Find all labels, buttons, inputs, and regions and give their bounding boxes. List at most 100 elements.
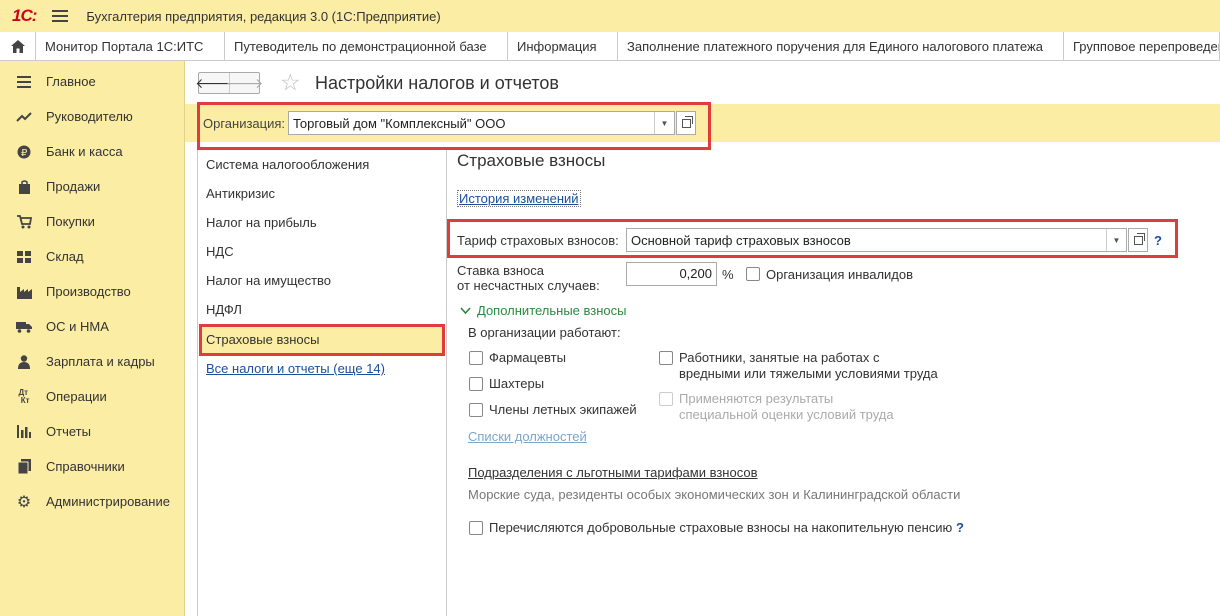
rate-label-line1: Ставка взноса [457, 263, 545, 278]
voluntary-help-icon[interactable]: ? [956, 520, 964, 535]
all-taxes-link[interactable]: Все налоги и отчеты (еще 14) [206, 361, 385, 376]
sidebar-item-label: Операции [46, 389, 107, 404]
chevron-down-icon[interactable]: ▼ [1106, 229, 1126, 251]
dt-kt-icon: Дт Кт [18, 387, 30, 405]
section-anticrisis[interactable]: Антикризис [206, 186, 275, 201]
tariff-value: Основной тариф страховых взносов [631, 232, 851, 248]
voluntary-pension-checkbox[interactable] [469, 521, 483, 535]
sidebar-item-purchases[interactable]: Покупки [0, 204, 184, 239]
section-property-tax[interactable]: Налог на имущество [206, 273, 331, 288]
truck-icon [16, 319, 32, 335]
page-title: Настройки налогов и отчетов [315, 73, 559, 93]
sidebar-item-salary[interactable]: Зарплата и кадры [0, 344, 184, 379]
organization-select[interactable]: Торговый дом "Комплексный" ООО ▼ [288, 111, 675, 135]
sidebar-item-main[interactable]: Главное [0, 64, 184, 99]
sidebar-item-label: Продажи [46, 179, 101, 194]
section-profit-tax[interactable]: Налог на прибыль [206, 215, 317, 230]
hazard-work-checkbox[interactable] [659, 351, 673, 365]
back-button[interactable]: 🡐 [195, 73, 233, 93]
miners-label: Шахтеры [489, 376, 545, 391]
chevron-down-icon [460, 307, 471, 315]
assessment-label-line2: специальной оценки условий труда [679, 407, 894, 422]
positions-link[interactable]: Списки должностей [468, 429, 587, 444]
section-title: Страховые взносы [457, 151, 606, 170]
tariff-help-icon[interactable]: ? [1154, 233, 1162, 248]
organization-value: Торговый дом "Комплексный" ООО [293, 115, 506, 131]
menu-lines-icon [16, 74, 32, 90]
cart-icon [16, 214, 32, 230]
warehouse-icon [16, 249, 32, 265]
book-icon [16, 459, 32, 475]
sidebar-item-admin[interactable]: ⚙ Администрирование [0, 484, 184, 519]
title-bar: 1С: Бухгалтерия предприятия, редакция 3.… [0, 0, 1220, 32]
sidebar-item-label: Производство [46, 284, 131, 299]
sidebar-item-production[interactable]: Производство [0, 274, 184, 309]
additional-group-toggle[interactable]: Дополнительные взносы [460, 303, 627, 318]
tab-portal-monitor[interactable]: Монитор Портала 1С:ИТС [36, 32, 225, 61]
rate-label-line2: от несчастных случаев: [457, 278, 600, 293]
pharmacists-checkbox[interactable] [469, 351, 483, 365]
favorite-star-icon[interactable]: ☆ [280, 69, 301, 96]
pharmacists-label: Фармацевты [489, 350, 566, 365]
tariff-label: Тариф страховых взносов: [457, 233, 619, 248]
sidebar-item-label: Склад [46, 249, 84, 264]
tab-payment-order[interactable]: Заполнение платежного поручения для Един… [618, 32, 1064, 61]
section-taxation-system[interactable]: Система налогообложения [206, 157, 369, 172]
coin-icon: ₽ [16, 144, 32, 160]
assessment-checkbox[interactable] [659, 392, 673, 406]
sidebar-item-label: Зарплата и кадры [46, 354, 155, 369]
sidebar-item-manager[interactable]: Руководителю [0, 99, 184, 134]
sidebar-item-bank[interactable]: ₽ Банк и касса [0, 134, 184, 169]
sidebar-item-catalogs[interactable]: Справочники [0, 449, 184, 484]
hazard-work-label-line1: Работники, занятые на работах с [679, 350, 880, 365]
sidebar-item-label: Отчеты [46, 424, 91, 439]
sidebar-item-warehouse[interactable]: Склад [0, 239, 184, 274]
history-nav: 🡐 🡒 [195, 72, 263, 94]
app-logo[interactable]: 1С: [12, 6, 37, 26]
home-icon[interactable] [0, 32, 36, 61]
divisions-note: Морские суда, резиденты особых экономиче… [468, 487, 961, 502]
open-organization-button[interactable] [676, 111, 696, 135]
organization-label: Организация: [203, 116, 286, 131]
main-content: 🡐 🡒 ☆ Настройки налогов и отчетов Органи… [185, 61, 1220, 616]
works-label: В организации работают: [468, 325, 621, 340]
flight-crew-label: Члены летных экипажей [489, 402, 637, 417]
factory-icon [16, 284, 32, 300]
divisions-link[interactable]: Подразделения с льготными тарифами взнос… [468, 465, 758, 480]
sidebar-item-assets[interactable]: ОС и НМА [0, 309, 184, 344]
additional-group-label: Дополнительные взносы [477, 303, 627, 318]
open-window-icon [1133, 232, 1145, 245]
section-vat[interactable]: НДС [206, 244, 234, 259]
bag-icon [16, 179, 32, 195]
sidebar-item-reports[interactable]: Отчеты [0, 414, 184, 449]
sections-sidebar: Главное Руководителю ₽ Банк и касса Прод… [0, 61, 185, 616]
person-icon [16, 354, 32, 370]
tab-demo-guide[interactable]: Путеводитель по демонстрационной базе [225, 32, 508, 61]
tab-information[interactable]: Информация [508, 32, 618, 61]
tab-group-reposting[interactable]: Групповое перепроведение [1064, 32, 1220, 61]
history-link[interactable]: История изменений [457, 190, 581, 207]
svg-text:₽: ₽ [21, 148, 28, 159]
flight-crew-checkbox[interactable] [469, 403, 483, 417]
tariff-select[interactable]: Основной тариф страховых взносов ▼ [626, 228, 1127, 252]
miners-checkbox[interactable] [469, 377, 483, 391]
assessment-label-line1: Применяются результаты [679, 391, 834, 406]
sidebar-item-label: Покупки [46, 214, 95, 229]
open-tariff-button[interactable] [1128, 228, 1148, 252]
sidebar-item-label: Банк и касса [46, 144, 123, 159]
sidebar-item-label: ОС и НМА [46, 319, 109, 334]
tab-bar: Монитор Портала 1С:ИТС Путеводитель по д… [0, 32, 1220, 61]
app-title: Бухгалтерия предприятия, редакция 3.0 (1… [86, 8, 441, 24]
forward-button[interactable]: 🡒 [226, 73, 263, 93]
chevron-down-icon[interactable]: ▼ [654, 112, 674, 134]
sidebar-item-label: Руководителю [46, 109, 133, 124]
section-ndfl[interactable]: НДФЛ [206, 302, 242, 317]
voluntary-pension-label: Перечисляются добровольные страховые взн… [489, 520, 953, 535]
section-insurance[interactable]: Страховые взносы [206, 332, 319, 347]
disabled-org-checkbox[interactable] [746, 267, 760, 281]
sidebar-item-operations[interactable]: Дт Кт Операции [0, 379, 184, 414]
open-window-icon [681, 115, 693, 128]
main-menu-icon[interactable] [52, 10, 69, 22]
sidebar-item-sales[interactable]: Продажи [0, 169, 184, 204]
rate-input[interactable]: 0,200 [626, 262, 717, 286]
